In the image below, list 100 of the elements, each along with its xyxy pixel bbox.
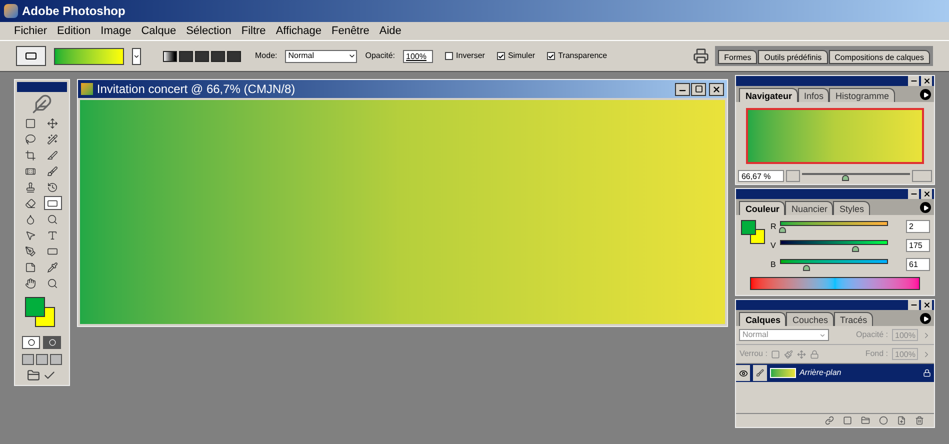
screen-mode-button[interactable] (36, 354, 48, 365)
standard-mode-button[interactable] (22, 336, 40, 349)
slider-thumb[interactable] (803, 265, 810, 271)
tool-button[interactable] (44, 196, 62, 210)
caret-icon (819, 332, 826, 338)
checkbox-label: Inverser (456, 50, 485, 62)
visibility-toggle[interactable] (736, 365, 750, 381)
palette-well-tab[interactable]: Compositions de calques (828, 50, 930, 64)
layer-action-icon[interactable] (825, 416, 834, 425)
zoom-slider[interactable] (802, 170, 910, 182)
slice-icon (47, 150, 58, 160)
jump-to-icon[interactable] (27, 369, 40, 382)
channel-value-field[interactable]: 2 (906, 220, 930, 233)
checkbox[interactable] (547, 52, 556, 60)
close-button[interactable] (709, 82, 724, 96)
menu-item[interactable]: Sélection (186, 22, 232, 40)
slider-thumb[interactable] (778, 227, 786, 233)
panel-tab[interactable]: Styles (833, 201, 870, 215)
panel-tab[interactable]: Couleur (739, 201, 786, 215)
menu-item[interactable]: Aide (379, 22, 402, 40)
circle-icon (48, 339, 56, 346)
color-spectrum[interactable] (750, 277, 920, 290)
screen-mode-button[interactable] (22, 354, 34, 365)
gradient-type-button[interactable] (227, 50, 241, 62)
play-icon (922, 204, 928, 210)
layer-action-icon[interactable] (861, 416, 870, 425)
gradient-type-button[interactable] (179, 50, 193, 62)
panel-tab[interactable]: Histogramme (829, 88, 895, 102)
layer-thumbnail (770, 368, 796, 378)
panel-tab[interactable]: Infos (798, 88, 830, 102)
panel-tab[interactable]: Calques (739, 312, 786, 326)
minimize-button[interactable] (908, 189, 919, 199)
blend-mode-dropdown[interactable]: Normal (739, 329, 830, 341)
minimize-button[interactable] (908, 300, 919, 310)
channel-slider[interactable] (780, 239, 888, 252)
checkbox[interactable] (445, 52, 454, 60)
dropdown-button[interactable] (132, 48, 141, 64)
rectangle-icon (47, 246, 58, 256)
mode-dropdown[interactable]: Normal (285, 50, 358, 62)
minimize-button[interactable] (675, 82, 690, 96)
caret-icon (133, 52, 140, 60)
menu-item[interactable]: Calque (141, 22, 176, 40)
panel-tab[interactable]: Couches (786, 312, 834, 326)
palette-well-tab[interactable]: Formes (718, 50, 758, 64)
close-button[interactable] (921, 76, 932, 86)
screen-mode-button[interactable] (50, 354, 62, 365)
menu-item[interactable]: Edition (57, 22, 91, 40)
menu-item[interactable]: Fichier (14, 22, 48, 40)
channel-slider[interactable] (780, 258, 888, 271)
panel-tab[interactable]: Nuancier (785, 201, 834, 215)
rectangle-icon (25, 50, 37, 62)
eyedropper-icon (47, 262, 58, 272)
stamp-icon (25, 182, 36, 192)
menu-item[interactable]: Fenêtre (331, 22, 370, 40)
maximize-button[interactable] (691, 82, 706, 96)
zoom-field[interactable]: 66,67 % (738, 170, 784, 182)
checkbox[interactable] (496, 52, 505, 60)
panel-menu-button[interactable] (920, 313, 931, 324)
panel-menu-button[interactable] (920, 202, 931, 213)
opacity-field[interactable]: 100% (403, 50, 434, 62)
caret-icon (348, 52, 356, 60)
minimize-button[interactable] (908, 76, 919, 86)
gradient-type-button[interactable] (195, 50, 209, 62)
panel-menu-button[interactable] (920, 89, 931, 100)
gradient-type-button[interactable] (211, 50, 225, 62)
channel-label: V (770, 240, 776, 252)
move-icon (47, 118, 58, 128)
menu-item[interactable]: Image (100, 22, 132, 40)
tool-preset-button[interactable] (16, 46, 46, 66)
brush-icon (47, 166, 58, 176)
gradient-type-button[interactable] (163, 50, 177, 62)
app-icon (4, 4, 18, 18)
check-icon (548, 52, 554, 60)
channel-value-field[interactable]: 175 (906, 239, 930, 252)
play-icon (922, 316, 928, 322)
menu-item[interactable]: Filtre (241, 22, 266, 40)
layer-action-icon[interactable] (915, 416, 924, 425)
checkbox-label: Simuler (508, 50, 536, 62)
panel-tab[interactable]: Navigateur (739, 88, 798, 102)
menu-item[interactable]: Affichage (276, 22, 322, 40)
brush-slot[interactable] (753, 365, 768, 381)
brush-icon (756, 369, 764, 377)
palette-well-tab[interactable]: Outils prédéfinis (758, 50, 828, 64)
gradient-picker[interactable] (54, 48, 124, 64)
close-button[interactable] (921, 300, 932, 310)
slider-thumb[interactable] (852, 246, 859, 252)
layer-action-icon[interactable] (897, 416, 906, 425)
slider-thumb[interactable] (842, 175, 850, 181)
close-button[interactable] (921, 189, 932, 199)
type-icon (47, 230, 58, 240)
quick-mask-button[interactable] (43, 336, 62, 349)
layer-action-icon[interactable] (843, 416, 852, 425)
channel-slider[interactable] (780, 220, 888, 233)
channel-label: R (770, 220, 776, 232)
layer-action-icon[interactable] (879, 416, 888, 425)
layer-name[interactable]: Arrière-plan (799, 367, 842, 379)
channel-value-field[interactable]: 61 (906, 258, 930, 271)
channel-label: B (770, 258, 776, 270)
layer-row[interactable]: Arrière-plan (736, 364, 934, 382)
panel-tab[interactable]: Tracés (834, 312, 874, 326)
